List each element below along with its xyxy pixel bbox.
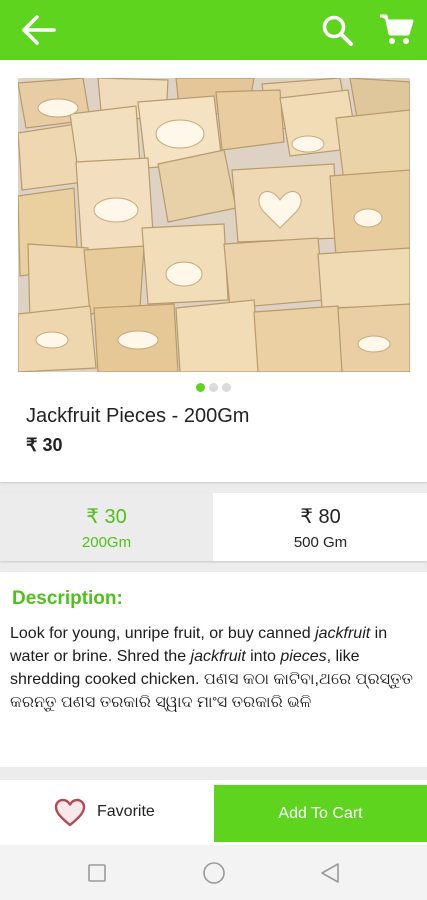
product-title: Jackfruit Pieces - 200Gm [26,405,250,427]
variant-option-500gm[interactable]: ₹ 80 500 Gm [214,493,427,561]
search-icon[interactable] [320,13,356,49]
product-image[interactable] [18,78,410,372]
product-price: ₹ 30 [26,435,63,455]
carousel-dot-2[interactable] [209,383,218,392]
carousel-dot-1[interactable] [196,383,205,392]
description-emphasis: jackfruit [190,648,246,665]
description-text: Look for young, unripe fruit, or buy can… [10,622,420,714]
variant-option-200gm[interactable]: ₹ 30 200Gm [0,493,213,561]
description-text-part: into [245,648,281,665]
variant-price: ₹ 30 [86,506,127,528]
jackfruit-pieces-photo [18,78,410,372]
description-section: Description: Look for young, unripe frui… [0,572,427,767]
bottom-action-bar: Favorite Add To Cart [0,780,427,845]
description-emphasis: jackfruit [315,625,371,642]
variant-price: ₹ 80 [300,506,341,528]
product-card: Jackfruit Pieces - 200Gm ₹ 30 [0,60,427,482]
heart-icon [54,798,86,827]
description-emphasis: pieces [280,648,327,665]
circle-icon[interactable] [200,859,228,887]
favorite-button[interactable]: Favorite [0,780,214,845]
add-to-cart-button[interactable]: Add To Cart [214,785,427,842]
carousel-dot-3[interactable] [222,383,231,392]
image-carousel-indicator [0,383,427,392]
description-heading: Description: [12,588,123,609]
square-icon[interactable] [83,859,111,887]
favorite-label: Favorite [97,803,155,820]
variant-weight: 500 Gm [293,534,348,551]
cart-icon[interactable] [378,12,416,48]
triangle-back-icon[interactable] [316,859,344,887]
variant-selector: ₹ 30 200Gm ₹ 80 500 Gm [0,493,427,561]
arrow-left-icon[interactable] [18,12,58,48]
description-text-part: Look for young, unripe fruit, or buy can… [10,625,316,642]
system-navigation-bar [0,845,427,900]
app-bar [0,0,427,60]
variant-weight: 200Gm [81,534,132,551]
